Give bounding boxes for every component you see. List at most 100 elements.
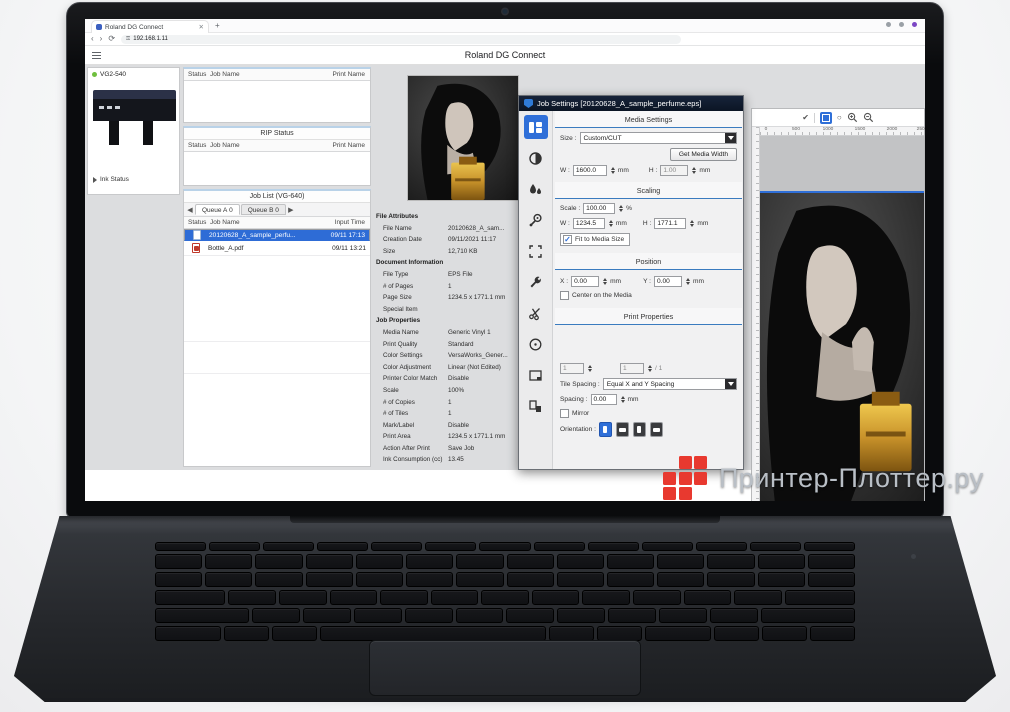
crop-marks-icon[interactable] (524, 239, 548, 263)
webcam-icon (503, 9, 508, 14)
keyboard-key (205, 572, 252, 587)
col-job-name[interactable]: Job Name (210, 71, 324, 78)
orientation-portrait-button[interactable] (599, 422, 612, 437)
tiles-input[interactable]: 1 (620, 363, 644, 374)
orientation-landscape-flip-button[interactable] (650, 422, 663, 437)
scale-input[interactable]: 100.00 (583, 203, 615, 214)
horizontal-ruler: 0 500 1000 1500 2000 2500 (760, 127, 924, 136)
keyboard-key (431, 590, 479, 605)
forward-icon[interactable]: › (100, 35, 103, 43)
job-thumbnail-image[interactable] (407, 75, 519, 201)
media-width-input[interactable]: 1600.0 (573, 165, 607, 176)
tiles-icon[interactable] (524, 394, 548, 418)
media-height-spinner[interactable] (692, 167, 696, 175)
media-height-input[interactable]: 1.00 (660, 165, 688, 176)
position-x-spinner[interactable] (603, 278, 607, 286)
position-x-input[interactable]: 0.00 (571, 276, 599, 287)
keyboard-key (456, 608, 504, 623)
keyboard-key (228, 590, 276, 605)
media-size-select[interactable]: Custom/CUT (580, 132, 738, 144)
copies-input[interactable]: 1 (560, 363, 584, 374)
laptop-display: Roland DG Connect ✕ + ‹ › ⟳ ⚿ 192.168.1.… (85, 19, 925, 501)
queue-next-icon[interactable]: ▶ (287, 206, 295, 214)
printer-status-card[interactable]: VG2-540 Ink Status (87, 67, 180, 195)
keyboard-key (303, 608, 351, 623)
col-print-name[interactable]: Print Name (324, 142, 370, 149)
keyboard-key (252, 608, 300, 623)
position-y-spinner[interactable] (686, 278, 690, 286)
tab-queue-b[interactable]: Queue B 0 (241, 204, 286, 215)
scale-height-input[interactable]: 1771.1 (654, 218, 686, 229)
account-avatar[interactable] (912, 22, 917, 27)
target-icon[interactable] (524, 332, 548, 356)
tab-queue-a[interactable]: Queue A 0 (195, 204, 240, 215)
col-job-name[interactable]: Job Name (210, 142, 324, 149)
scale-width-spinner[interactable] (609, 220, 613, 228)
tiles-spinner[interactable] (648, 365, 652, 373)
watermark-text: Принтер-Плоттер.ру (719, 463, 984, 494)
rip-status-title: RIP Status (184, 128, 370, 140)
reload-icon[interactable]: ⟳ (108, 35, 115, 43)
tile-spacing-select[interactable]: Equal X and Y Spacing (603, 378, 737, 390)
job-row[interactable]: Bottle_A.pdf 09/11 13:21 (184, 241, 370, 256)
col-job-name[interactable]: Job Name (210, 219, 324, 226)
new-tab-button[interactable]: + (215, 21, 220, 30)
keyboard-key (696, 542, 747, 551)
media-width-spinner[interactable] (611, 167, 615, 175)
pen-check-icon[interactable]: ✔ (802, 114, 809, 122)
col-status[interactable]: Status (184, 71, 210, 78)
roller-icon[interactable] (524, 208, 548, 232)
center-on-media-checkbox[interactable] (560, 291, 569, 300)
media-w-label: W : (560, 167, 570, 174)
back-icon[interactable]: ‹ (91, 35, 94, 43)
contrast-icon[interactable] (524, 146, 548, 170)
profile-icon[interactable] (899, 22, 904, 27)
laptop-touchpad (369, 640, 641, 696)
keyboard-key (155, 608, 249, 623)
dialog-titlebar[interactable]: Job Settings [20120628_A_sample_perfume.… (519, 96, 743, 111)
position-y-input[interactable]: 0.00 (654, 276, 682, 287)
get-media-width-button[interactable]: Get Media Width (670, 148, 737, 161)
queue-prev-icon[interactable]: ◀ (186, 206, 194, 214)
keyboard-key (762, 626, 807, 641)
wrench-icon[interactable] (524, 270, 548, 294)
pan-tool-icon[interactable]: ○ (837, 114, 842, 122)
zoom-in-icon[interactable] (847, 112, 858, 123)
close-tab-icon[interactable]: ✕ (199, 23, 204, 31)
select-tool-icon[interactable] (820, 112, 832, 124)
orientation-landscape-button[interactable] (616, 422, 629, 437)
fit-to-media-checkbox[interactable]: Fit to Media Size (560, 233, 630, 246)
zoom-out-icon[interactable] (863, 112, 874, 123)
preview-canvas[interactable] (760, 136, 924, 501)
scale-width-input[interactable]: 1234.5 (573, 218, 605, 229)
extension-icon[interactable] (886, 22, 891, 27)
scale-spinner[interactable] (619, 205, 623, 213)
browser-tab[interactable]: Roland DG Connect ✕ (91, 20, 209, 33)
col-print-name[interactable]: Print Name (324, 71, 370, 78)
printer-name: VG2-540 (100, 71, 126, 78)
layout-icon[interactable] (524, 115, 548, 139)
job-row-selected[interactable]: 20120628_A_sample_perfu... 09/11 17:13 (184, 229, 370, 241)
orientation-portrait-flip-button[interactable] (633, 422, 646, 437)
mirror-checkbox[interactable] (560, 409, 569, 418)
keyboard-key (582, 590, 630, 605)
keyboard-key (707, 554, 754, 569)
ink-drops-icon[interactable] (524, 177, 548, 201)
copies-spinner[interactable] (588, 365, 592, 373)
job-input-time: 09/11 13:21 (324, 245, 370, 252)
clip-icon[interactable] (524, 363, 548, 387)
spacing-spinner[interactable] (621, 396, 625, 404)
print-properties-header: Print Properties (555, 308, 742, 325)
keyboard-key (380, 590, 428, 605)
spacing-input[interactable]: 0.00 (591, 394, 617, 405)
col-status[interactable]: Status (184, 219, 210, 226)
vertical-ruler (752, 127, 760, 501)
scale-height-spinner[interactable] (690, 220, 694, 228)
col-status[interactable]: Status (184, 142, 210, 149)
scissors-icon[interactable] (524, 301, 548, 325)
keyboard-key (263, 542, 314, 551)
laptop-screen-bezel: Roland DG Connect ✕ + ‹ › ⟳ ⚿ 192.168.1.… (66, 2, 944, 518)
address-bar[interactable]: ⚿ 192.168.1.11 (121, 35, 681, 44)
ink-status-toggle[interactable]: Ink Status (93, 176, 129, 183)
col-input-time[interactable]: Input Time (324, 219, 370, 226)
